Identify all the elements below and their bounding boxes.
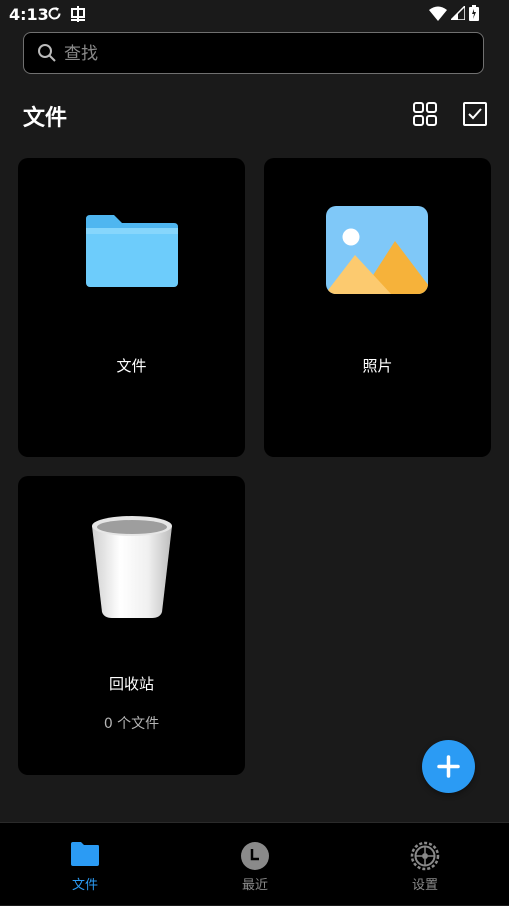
photos-card[interactable]: 照片 <box>264 158 491 457</box>
status-time: 4:13 <box>9 5 49 24</box>
add-button[interactable] <box>422 740 475 793</box>
nav-item-recent[interactable]: 最近 <box>170 823 340 906</box>
checkbox-select-icon[interactable] <box>463 102 487 126</box>
card-file-count: 0 个文件 <box>103 716 160 732</box>
folder-icon <box>86 215 178 287</box>
clock-icon <box>241 842 269 870</box>
wifi-icon <box>429 6 447 21</box>
card-label: 回收站 <box>108 675 154 693</box>
nav-item-files[interactable]: 文件 <box>0 823 170 906</box>
battery-icon <box>469 5 479 21</box>
bottom-nav: 文件 最近 设置 <box>0 822 509 905</box>
plus-icon <box>437 755 460 778</box>
page-title: 文件 <box>23 106 68 131</box>
status-bar: 4:13 <box>0 0 509 28</box>
nav-label: 设置 <box>411 878 438 893</box>
nav-label: 文件 <box>71 878 98 893</box>
card-label: 文件 <box>116 357 147 375</box>
bug-icon <box>71 6 85 22</box>
trash-bin-icon <box>92 516 172 618</box>
files-card[interactable]: 文件 <box>18 158 245 457</box>
folder-icon <box>71 842 99 866</box>
nav-label: 最近 <box>241 878 268 893</box>
trash-card[interactable]: 回收站 0 个文件 <box>18 476 245 775</box>
grid-view-icon[interactable] <box>413 102 437 126</box>
search-icon <box>38 44 56 62</box>
gear-icon <box>410 841 440 871</box>
search-box[interactable] <box>23 32 484 75</box>
search-input[interactable] <box>62 33 466 75</box>
nav-item-settings[interactable]: 设置 <box>340 823 509 906</box>
card-label: 照片 <box>362 357 393 375</box>
signal-icon <box>451 6 465 20</box>
sync-icon <box>48 7 61 20</box>
photo-icon <box>326 206 428 294</box>
